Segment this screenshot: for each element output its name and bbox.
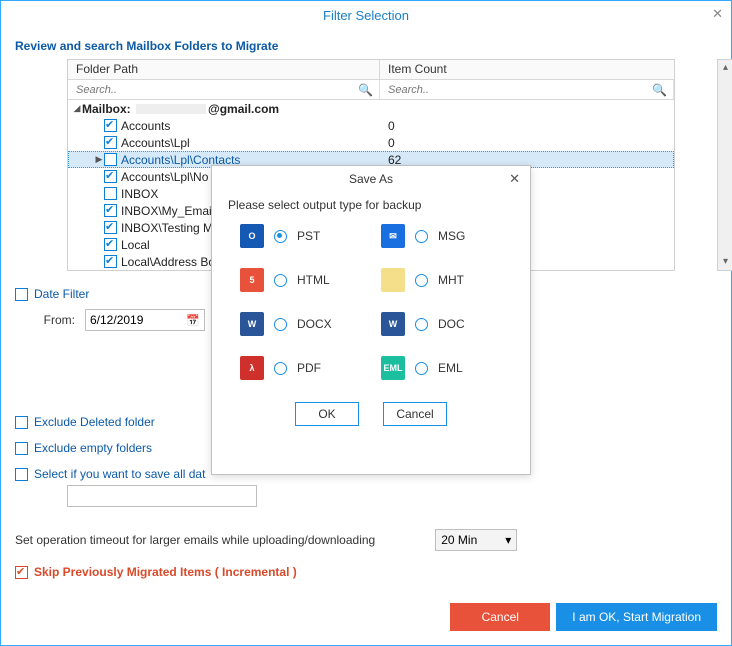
- exclude-empty-label: Exclude empty folders: [34, 441, 152, 455]
- format-radio[interactable]: [415, 274, 428, 287]
- dialog-title: Save As: [349, 172, 393, 186]
- titlebar: Filter Selection ✕: [1, 1, 731, 29]
- scroll-down-icon[interactable]: ▾: [723, 254, 728, 270]
- format-radio[interactable]: [274, 362, 287, 375]
- save-as-dialog: Save As ✕ Please select output type for …: [211, 165, 531, 475]
- eml-icon: EML: [381, 356, 405, 380]
- format-label: DOC: [438, 317, 465, 331]
- dialog-cancel-button[interactable]: Cancel: [383, 402, 447, 426]
- from-date-input[interactable]: 6/12/2019 📅: [85, 309, 205, 331]
- item-count: 0: [388, 119, 395, 133]
- exclude-empty-checkbox[interactable]: [15, 442, 28, 455]
- folder-label: Accounts: [121, 119, 170, 133]
- folder-checkbox[interactable]: [104, 204, 117, 217]
- date-filter-checkbox[interactable]: [15, 288, 28, 301]
- format-radio[interactable]: [415, 230, 428, 243]
- format-label: MSG: [438, 229, 465, 243]
- folder-label: INBOX: [121, 187, 158, 201]
- item-count: 0: [388, 136, 395, 150]
- format-label: EML: [438, 361, 463, 375]
- vertical-scrollbar[interactable]: ▴ ▾: [717, 59, 732, 271]
- folder-checkbox[interactable]: [104, 221, 117, 234]
- format-option-doc[interactable]: W DOC: [381, 312, 502, 336]
- from-label: From:: [15, 313, 75, 327]
- calendar-icon[interactable]: 📅: [186, 314, 200, 327]
- section-header: Review and search Mailbox Folders to Mig…: [15, 39, 717, 53]
- search-folder-input[interactable]: [74, 83, 343, 97]
- folder-checkbox[interactable]: [104, 255, 117, 268]
- format-label: HTML: [297, 273, 330, 287]
- format-option-docx[interactable]: W DOCX: [240, 312, 361, 336]
- folder-label: Local\Address Bo: [121, 255, 215, 269]
- doc-icon: W: [381, 312, 405, 336]
- format-radio[interactable]: [274, 230, 287, 243]
- folder-checkbox[interactable]: [104, 119, 117, 132]
- format-option-eml[interactable]: EML EML: [381, 356, 502, 380]
- dialog-subtitle: Please select output type for backup: [212, 192, 530, 224]
- skip-migrated-label: Skip Previously Migrated Items ( Increme…: [34, 565, 297, 579]
- mht-icon: [381, 268, 405, 292]
- search-icon[interactable]: 🔍: [652, 83, 667, 97]
- tree-row[interactable]: Accounts\Lpl 0: [68, 134, 674, 151]
- folder-label: INBOX\Testing M: [121, 221, 213, 235]
- date-filter-label: Date Filter: [34, 287, 89, 301]
- timeout-value: 20 Min: [441, 533, 477, 547]
- format-option-pst[interactable]: O PST: [240, 224, 361, 248]
- html-icon: 5: [240, 268, 264, 292]
- exclude-deleted-label: Exclude Deleted folder: [34, 415, 155, 429]
- folder-label: Local: [121, 238, 150, 252]
- pst-icon: O: [240, 224, 264, 248]
- format-option-html[interactable]: 5 HTML: [240, 268, 361, 292]
- mailbox-label: Mailbox:: [82, 102, 131, 116]
- folder-checkbox[interactable]: [104, 170, 117, 183]
- docx-icon: W: [240, 312, 264, 336]
- collapse-icon[interactable]: ◢: [72, 103, 82, 114]
- dialog-close-icon[interactable]: ✕: [509, 171, 520, 187]
- tree-row[interactable]: Accounts 0: [68, 117, 674, 134]
- format-label: PST: [297, 229, 320, 243]
- cancel-button[interactable]: Cancel: [450, 603, 550, 631]
- from-date-value: 6/12/2019: [90, 313, 143, 327]
- redacted-block: [136, 104, 206, 114]
- folder-checkbox[interactable]: [104, 153, 117, 166]
- skip-migrated-checkbox[interactable]: [15, 566, 28, 579]
- save-all-label: Select if you want to save all dat: [34, 467, 205, 481]
- format-option-msg[interactable]: ✉ MSG: [381, 224, 502, 248]
- folder-label: INBOX\My_Email: [121, 204, 214, 218]
- scroll-up-icon[interactable]: ▴: [723, 60, 728, 76]
- save-all-checkbox[interactable]: [15, 468, 28, 481]
- folder-checkbox[interactable]: [104, 136, 117, 149]
- close-icon[interactable]: ✕: [712, 6, 723, 22]
- save-path-input[interactable]: [67, 485, 257, 507]
- expand-icon[interactable]: ▶: [94, 154, 104, 165]
- search-icon[interactable]: 🔍: [358, 83, 373, 97]
- start-migration-button[interactable]: I am OK, Start Migration: [556, 603, 717, 631]
- timeout-select[interactable]: 20 Min ▾: [435, 529, 517, 551]
- column-item-count[interactable]: Item Count: [380, 60, 674, 79]
- format-radio[interactable]: [274, 274, 287, 287]
- msg-icon: ✉: [381, 224, 405, 248]
- format-radio[interactable]: [415, 362, 428, 375]
- pdf-icon: λ: [240, 356, 264, 380]
- chevron-down-icon: ▾: [505, 533, 511, 547]
- folder-label: Accounts\Lpl\No: [121, 170, 208, 184]
- timeout-label: Set operation timeout for larger emails …: [15, 533, 375, 547]
- window-title: Filter Selection: [323, 8, 409, 23]
- folder-checkbox[interactable]: [104, 238, 117, 251]
- column-folder-path[interactable]: Folder Path: [68, 60, 380, 79]
- mailbox-root-row[interactable]: ◢ Mailbox: @gmail.com: [68, 100, 674, 117]
- exclude-deleted-checkbox[interactable]: [15, 416, 28, 429]
- format-option-mht[interactable]: MHT: [381, 268, 502, 292]
- format-label: MHT: [438, 273, 464, 287]
- format-label: PDF: [297, 361, 321, 375]
- format-radio[interactable]: [274, 318, 287, 331]
- folder-label: Accounts\Lpl: [121, 136, 190, 150]
- format-option-pdf[interactable]: λ PDF: [240, 356, 361, 380]
- search-count-input[interactable]: [386, 83, 639, 97]
- format-radio[interactable]: [415, 318, 428, 331]
- folder-checkbox[interactable]: [104, 187, 117, 200]
- mailbox-email: @gmail.com: [208, 102, 279, 116]
- dialog-ok-button[interactable]: OK: [295, 402, 359, 426]
- format-label: DOCX: [297, 317, 332, 331]
